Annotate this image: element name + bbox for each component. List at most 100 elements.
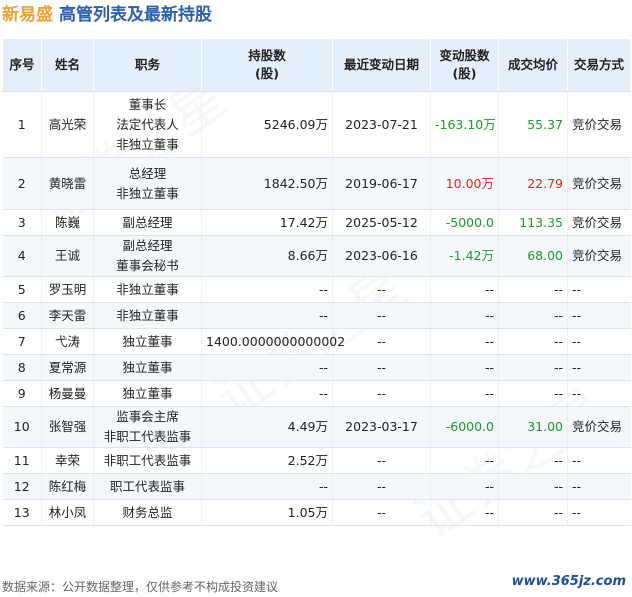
- row-date: --: [332, 447, 431, 474]
- row-price: --: [498, 276, 568, 303]
- row-name: 杨曼曼: [41, 380, 94, 407]
- row-position: 非独立董事: [93, 276, 202, 303]
- position-line: 财务总监: [122, 504, 173, 520]
- header-shares-line2: (股): [255, 66, 279, 81]
- row-price: --: [498, 328, 568, 355]
- row-shares: --: [201, 473, 333, 500]
- row-shares: 2.52万: [201, 447, 333, 474]
- row-change: -163.10万: [430, 91, 499, 158]
- company-name: 新易盛: [2, 5, 53, 25]
- row-price: 68.00: [498, 235, 568, 277]
- row-seq: 12: [2, 473, 42, 500]
- position-line: 非独立董事: [116, 136, 179, 152]
- row-change: --: [430, 328, 499, 355]
- row-name: 夏常源: [41, 354, 94, 381]
- row-position: 副总经理: [93, 209, 202, 236]
- row-position: 独立董事: [93, 328, 202, 355]
- row-seq: 11: [2, 447, 42, 474]
- position-line: 非职工代表监事: [103, 452, 192, 468]
- row-date: --: [332, 499, 431, 526]
- header-change-line2: (股): [452, 66, 477, 81]
- row-price: --: [498, 473, 568, 500]
- table-row: 9 杨曼曼 独立董事 -- -- -- -- --: [2, 380, 631, 407]
- row-method: 竞价交易: [567, 157, 631, 210]
- table-row: 12 陈红梅 职工代表监事 -- -- -- -- --: [2, 473, 631, 500]
- header-seq: 序号: [2, 38, 42, 92]
- position-line: 独立董事: [122, 359, 173, 375]
- row-price: 31.00: [498, 406, 568, 448]
- row-date: 2023-06-16: [332, 235, 431, 277]
- row-date: --: [332, 354, 431, 381]
- row-position: 监事会主席 非职工代表监事: [93, 406, 202, 448]
- row-method: 竞价交易: [567, 209, 631, 236]
- row-shares: 4.49万: [201, 406, 333, 448]
- position-line: 独立董事: [122, 385, 173, 401]
- row-position: 职工代表监事: [93, 473, 202, 500]
- row-seq: 7: [2, 328, 42, 355]
- row-position: 总经理 非独立董事: [93, 157, 202, 210]
- position-line: 总经理: [128, 165, 167, 181]
- position-line: 董事会秘书: [116, 258, 179, 273]
- row-price: 113.35: [498, 209, 568, 236]
- row-name: 弋涛: [41, 328, 94, 355]
- row-shares: --: [201, 276, 333, 303]
- position-line: 法定代表人: [116, 116, 179, 132]
- row-position: 财务总监: [93, 499, 202, 526]
- header-name: 姓名: [41, 38, 94, 92]
- row-change: -1.42万: [430, 235, 499, 277]
- row-seq: 10: [2, 406, 42, 448]
- row-seq: 4: [2, 235, 42, 277]
- row-method: --: [567, 302, 631, 329]
- position-line: 副总经理: [122, 238, 173, 253]
- page-subtitle: 高管列表及最新持股: [59, 5, 212, 25]
- row-name: 李天雷: [41, 302, 94, 329]
- row-seq: 6: [2, 302, 42, 329]
- row-seq: 1: [2, 91, 42, 158]
- row-shares: --: [201, 302, 333, 329]
- row-position: 非独立董事: [93, 302, 202, 329]
- row-price: --: [498, 380, 568, 407]
- row-seq: 9: [2, 380, 42, 407]
- header-price: 成交均价: [498, 38, 568, 92]
- table-row: 2 黄晓雷 总经理 非独立董事 1842.50万 2019-06-17 10.00万 22.7…: [2, 157, 631, 210]
- table-row: 3 陈巍 副总经理 17.42万 2025-05-12 -5000.0 113.35 竞价交易: [2, 209, 631, 236]
- position-line: 职工代表监事: [109, 478, 185, 494]
- position-line: 非独立董事: [116, 281, 179, 297]
- row-change: -6000.0: [430, 406, 499, 448]
- row-change: --: [430, 276, 499, 303]
- header-change: 变动股数 (股): [430, 38, 499, 92]
- row-price: --: [498, 499, 568, 526]
- row-position: 非职工代表监事: [93, 447, 202, 474]
- row-change: --: [430, 499, 499, 526]
- position-line: 非独立董事: [116, 185, 179, 201]
- row-method: --: [567, 447, 631, 474]
- header-method: 交易方式: [567, 38, 631, 92]
- table-row: 4 王诚 副总经理 董事会秘书 8.66万 2023-06-16 -1.42万 68.00 竞价…: [2, 235, 631, 277]
- row-position: 独立董事: [93, 354, 202, 381]
- row-price: 22.79: [498, 157, 568, 210]
- row-shares: --: [201, 354, 333, 381]
- row-change: --: [430, 354, 499, 381]
- row-shares: 17.42万: [201, 209, 333, 236]
- row-price: --: [498, 354, 568, 381]
- row-name: 林小凤: [41, 499, 94, 526]
- executives-table: 序号 姓名 职务 持股数 (股) 最近变动日期 变动股数 (股) 成交均价 交易方式…: [2, 38, 631, 526]
- row-price: --: [498, 447, 568, 474]
- row-method: 竞价交易: [567, 406, 631, 448]
- row-position: 董事长 法定代表人 非独立董事: [93, 91, 202, 158]
- row-seq: 3: [2, 209, 42, 236]
- data-source-note: 数据来源：公开数据整理，仅供参考不构成投资建议: [2, 580, 279, 594]
- header-shares-line1: 持股数: [248, 48, 286, 63]
- row-method: --: [567, 328, 631, 355]
- row-change: -5000.0: [430, 209, 499, 236]
- row-seq: 13: [2, 499, 42, 526]
- row-shares: --: [201, 380, 333, 407]
- position-line: 非职工代表监事: [103, 429, 192, 444]
- row-shares: 8.66万: [201, 235, 333, 277]
- table-row: 7 弋涛 独立董事 1400.0000000000002 -- -- -- --: [2, 328, 631, 355]
- header-change-line1: 变动股数: [439, 48, 490, 63]
- row-method: --: [567, 499, 631, 526]
- row-date: --: [332, 473, 431, 500]
- row-seq: 8: [2, 354, 42, 381]
- row-seq: 2: [2, 157, 42, 210]
